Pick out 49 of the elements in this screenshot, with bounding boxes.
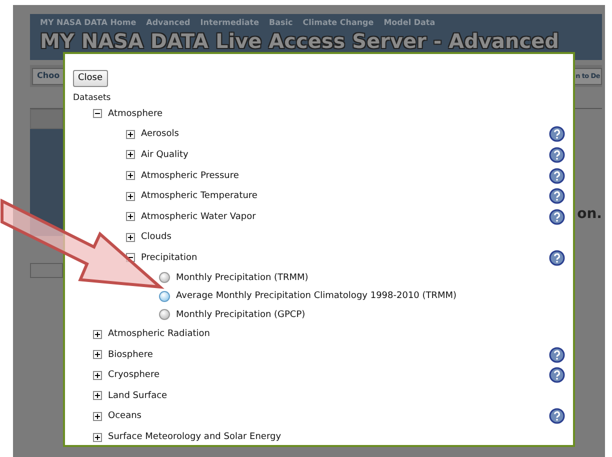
tree-item[interactable]: Surface Meteorology and Solar Energy [108,432,282,442]
expand-icon[interactable] [93,391,102,400]
tree-item[interactable]: Air Quality [141,150,188,160]
toolbar-field[interactable]: Choo [32,68,65,84]
radio-button[interactable] [159,272,170,283]
expand-icon[interactable] [126,212,135,222]
body-text: on. [577,206,602,224]
help-icon[interactable] [549,168,565,184]
expand-icon[interactable] [126,232,135,242]
tree-item[interactable]: Atmospheric Pressure [141,170,239,181]
tree-item[interactable]: Biosphere [108,350,153,360]
tree-item[interactable]: Oceans [108,411,142,422]
tree-item[interactable]: Atmospheric Temperature [141,191,258,202]
help-icon[interactable] [549,146,565,163]
icon-bar [30,109,63,129]
dataset-option[interactable]: Monthly Precipitation (TRMM) [176,272,308,282]
datasets-heading: Datasets [73,92,112,102]
tree-item[interactable]: Aerosols [141,129,179,140]
help-icon[interactable] [549,188,565,204]
expand-icon[interactable] [93,432,102,442]
help-icon[interactable] [549,250,565,266]
input-field[interactable] [30,263,63,278]
tree-item[interactable]: Atmospheric Water Vapor [141,212,256,222]
help-icon[interactable] [549,208,565,225]
expand-icon[interactable] [93,370,102,380]
tree-item[interactable]: Atmospheric Radiation [108,329,210,340]
tree-item[interactable]: Land Surface [108,390,168,401]
expand-icon[interactable] [126,192,135,201]
dataset-option[interactable]: Monthly Precipitation (GPCP) [176,310,306,320]
radio-button[interactable] [159,290,170,302]
radio-button[interactable] [159,309,170,320]
tree-item[interactable]: Cryosphere [108,370,160,380]
tree-item[interactable]: Clouds [141,232,172,242]
tree-item[interactable]: Atmosphere [108,108,162,119]
help-icon[interactable] [549,126,565,142]
help-icon[interactable] [549,408,565,424]
dataset-option[interactable]: Average Monthly Precipitation Climatology 1998-2010 (TRMM) [176,291,457,301]
help-icon[interactable] [549,367,565,384]
expand-icon[interactable] [93,330,102,339]
expand-icon[interactable] [126,150,135,160]
expand-icon[interactable] [93,412,102,421]
expand-icon[interactable] [93,350,102,360]
page-title: MY NASA DATA Live Access Server - Advanced [40,29,560,53]
tree-item[interactable]: Precipitation [141,252,198,263]
help-icon[interactable] [549,346,565,363]
expand-icon[interactable] [126,171,135,180]
close-button[interactable]: Close [73,70,108,86]
expand-icon[interactable] [126,130,135,139]
collapse-icon[interactable] [93,109,102,118]
